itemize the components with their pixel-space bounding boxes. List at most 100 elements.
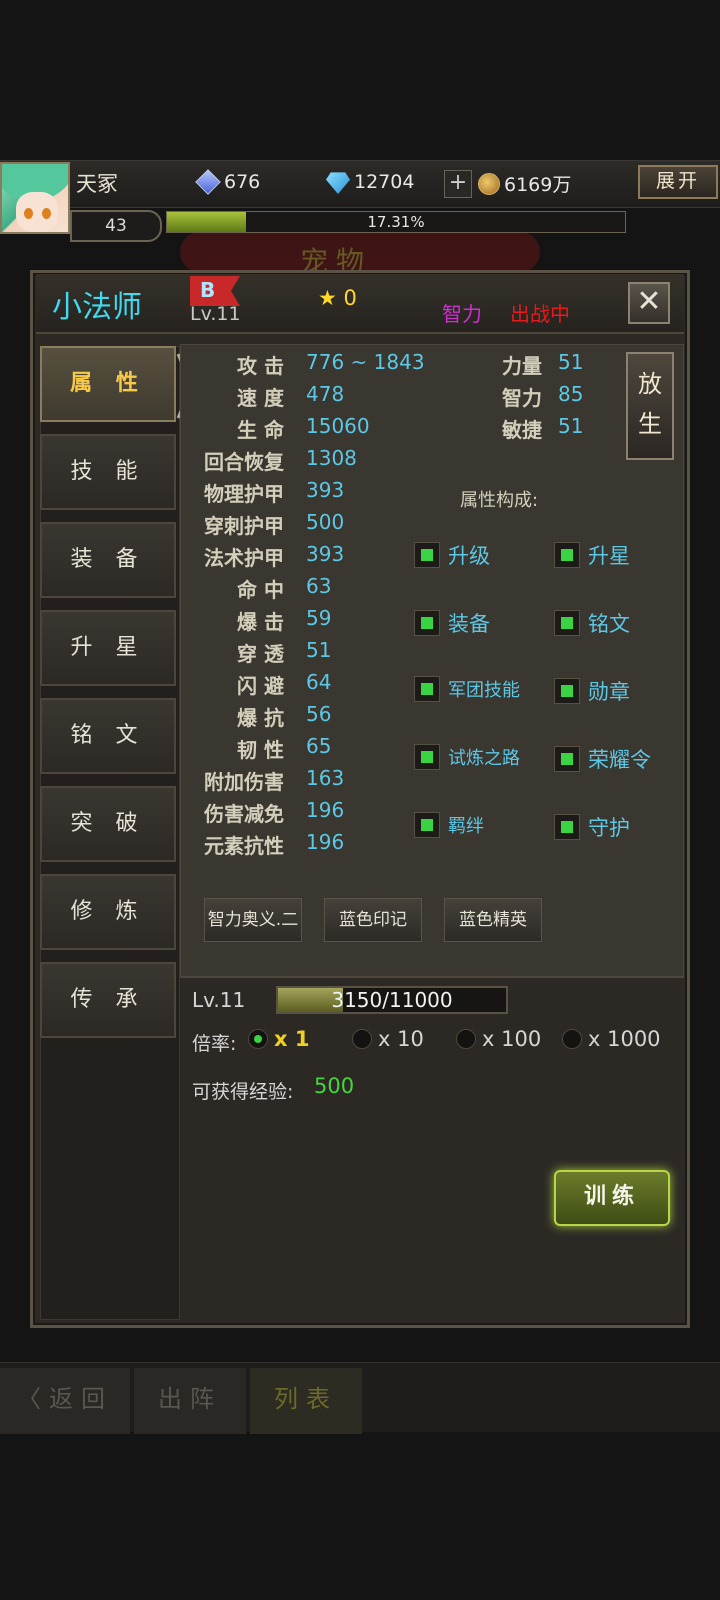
stat-value: 393 <box>306 542 345 566</box>
stat-value: 64 <box>306 670 332 694</box>
composition-label: 升星 <box>588 544 630 568</box>
composition-toggle-upgrade[interactable]: 升级 <box>414 540 490 570</box>
tab-equipment[interactable]: 装 备 <box>40 522 176 598</box>
rate-option-x1[interactable]: x 1 <box>248 1027 309 1051</box>
composition-toggle-equipment[interactable]: 装备 <box>414 608 490 638</box>
expand-button[interactable]: 展开 <box>638 165 718 199</box>
tab-star-up[interactable]: 升 星 <box>40 610 176 686</box>
stat-value: 15060 <box>306 414 370 438</box>
tab-inscription[interactable]: 铭 文 <box>40 698 176 774</box>
crystal-icon <box>195 169 221 195</box>
gold-coin-icon <box>478 172 500 195</box>
exp-gain-value: 500 <box>314 1074 355 1098</box>
release-button[interactable]: 放生 <box>626 352 674 460</box>
tab-skills[interactable]: 技 能 <box>40 434 176 510</box>
release-label: 放生 <box>638 370 662 438</box>
tab-attributes[interactable]: 属 性 <box>40 346 176 422</box>
list-button[interactable]: 列表 <box>250 1368 362 1434</box>
stat-value: 196 <box>306 798 345 822</box>
stat-label: 命 中 <box>237 578 284 602</box>
composition-label: 试炼之路 <box>448 748 520 769</box>
stat-value: 196 <box>306 830 345 854</box>
skill-button-blue-elite[interactable]: 蓝色精英 <box>444 898 542 942</box>
stat-label: 爆 抗 <box>237 706 284 730</box>
stat-value: 65 <box>306 734 332 758</box>
hero-stars: ★ 0 <box>318 286 357 310</box>
rate-option-x10[interactable]: x 10 <box>352 1027 424 1051</box>
composition-toggle-bond[interactable]: 羁绊 <box>414 812 484 838</box>
diamond-icon <box>326 172 350 194</box>
training-level: Lv.11 <box>192 988 246 1012</box>
composition-label: 荣耀令 <box>588 748 651 772</box>
rate-option-label: x 1 <box>274 1027 310 1051</box>
crystal-value: 676 <box>224 171 261 193</box>
stat-value: 163 <box>306 766 345 790</box>
stat-label: 穿 透 <box>237 642 284 666</box>
composition-toggle-inscription[interactable]: 铭文 <box>554 608 630 638</box>
back-button[interactable]: 〈返回 <box>0 1368 130 1434</box>
attr-strength-label: 力量 <box>502 354 542 378</box>
stat-value: 56 <box>306 702 332 726</box>
stat-label: 元素抗性 <box>204 834 284 858</box>
crystal-counter: 676 <box>195 169 261 195</box>
stat-value: 1308 <box>306 446 357 470</box>
exp-gain-label: 可获得经验: <box>192 1081 294 1103</box>
rate-option-label: x 100 <box>482 1027 542 1051</box>
deploy-button[interactable]: 出阵 <box>134 1368 246 1434</box>
stat-value: 51 <box>306 638 332 662</box>
composition-toggle-legion-skill[interactable]: 军团技能 <box>414 676 520 702</box>
attr-agility-value: 51 <box>558 414 584 438</box>
train-button[interactable]: 训练 <box>554 1170 670 1226</box>
composition-toggle-star[interactable]: 升星 <box>554 540 630 570</box>
stat-label: 生 命 <box>237 418 284 442</box>
attr-strength-value: 51 <box>558 350 584 374</box>
radio-dot-icon <box>562 1029 582 1049</box>
composition-toggle-guard[interactable]: 守护 <box>554 812 630 842</box>
composition-label: 装备 <box>448 612 490 636</box>
hero-name: 小法师 <box>52 290 142 325</box>
tab-breakthrough[interactable]: 突 破 <box>40 786 176 862</box>
stat-value: 478 <box>306 382 345 406</box>
back-label: 返回 <box>49 1385 113 1413</box>
stat-label: 韧 性 <box>237 738 284 762</box>
player-level-badge: 43 <box>70 210 162 242</box>
stat-label: 穿刺护甲 <box>204 514 284 538</box>
composition-toggle-trial-road[interactable]: 试炼之路 <box>414 744 520 770</box>
attr-intelligence-value: 85 <box>558 382 584 406</box>
skill-button-int-mastery[interactable]: 智力奥义.二 <box>204 898 302 942</box>
composition-toggle-medal[interactable]: 勋章 <box>554 676 630 706</box>
composition-toggle-glory[interactable]: 荣耀令 <box>554 744 651 774</box>
hero-level: Lv.11 <box>190 303 241 325</box>
rate-option-x100[interactable]: x 100 <box>456 1027 541 1051</box>
gold-value: 6169万 <box>504 174 572 196</box>
back-chevron-icon: 〈 <box>17 1385 49 1413</box>
stat-label: 闪 避 <box>237 674 284 698</box>
radio-dot-icon <box>352 1029 372 1049</box>
composition-label: 勋章 <box>588 680 630 704</box>
rate-option-label: x 1000 <box>588 1027 661 1051</box>
diamond-counter: 12704 <box>326 170 414 194</box>
stat-label: 爆 击 <box>237 610 284 634</box>
skill-button-blue-mark[interactable]: 蓝色印记 <box>324 898 422 942</box>
stat-label: 速 度 <box>237 386 284 410</box>
tab-cultivation[interactable]: 修 炼 <box>40 874 176 950</box>
player-name: 天冢 <box>76 172 118 196</box>
attr-intelligence-label: 智力 <box>502 386 542 410</box>
hero-status: 出战中 <box>510 302 570 326</box>
stat-label: 伤害减免 <box>204 802 284 826</box>
add-currency-button[interactable]: + <box>444 170 472 198</box>
stat-label: 攻 击 <box>237 354 284 378</box>
stat-value: 393 <box>306 478 345 502</box>
stat-value: 776 ~ 1843 <box>306 350 425 374</box>
composition-title: 属性构成: <box>460 490 539 511</box>
radio-dot-icon <box>456 1029 476 1049</box>
close-button[interactable]: ✕ <box>628 282 670 324</box>
attr-agility-label: 敏捷 <box>502 418 542 442</box>
stat-value: 63 <box>306 574 332 598</box>
rate-option-x1000[interactable]: x 1000 <box>562 1027 661 1051</box>
player-avatar[interactable] <box>0 162 70 234</box>
player-exp-bar: 17.31% <box>166 211 626 233</box>
plus-icon: + <box>448 170 468 195</box>
tab-inheritance[interactable]: 传 承 <box>40 962 176 1038</box>
stat-label: 回合恢复 <box>204 450 284 474</box>
